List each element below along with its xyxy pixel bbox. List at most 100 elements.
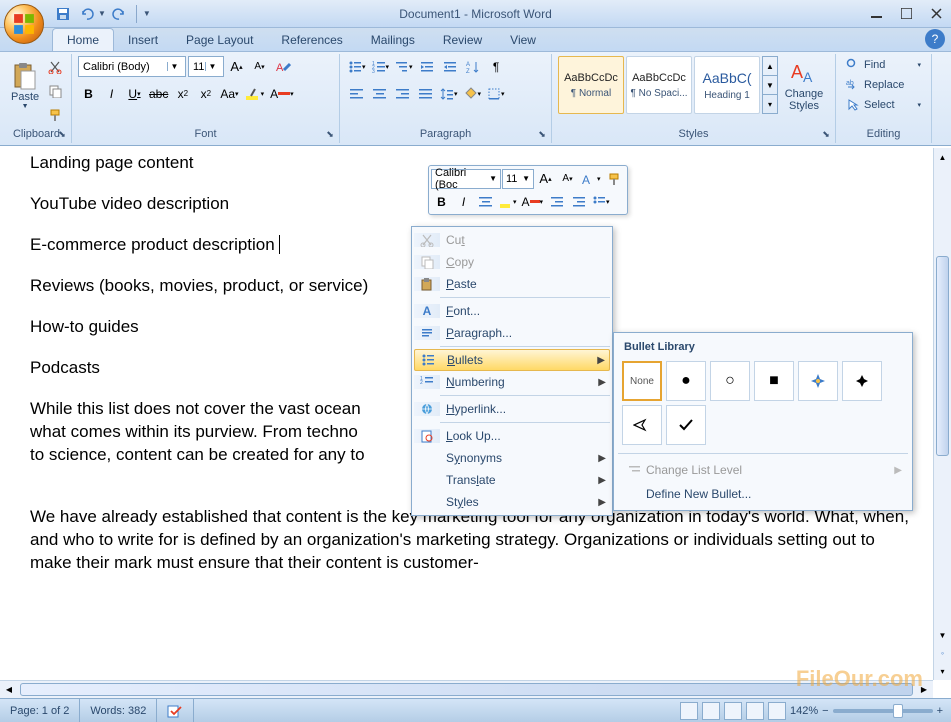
bullet-4diamond[interactable] [798, 361, 838, 401]
mini-shrink-font[interactable]: A▾ [557, 168, 578, 189]
shrink-font-button[interactable]: A▾ [249, 56, 270, 77]
tab-home[interactable]: Home [52, 28, 114, 51]
italic-button[interactable]: I [101, 83, 122, 104]
justify-button[interactable] [415, 83, 436, 104]
help-button[interactable]: ? [925, 29, 945, 49]
mini-size-combo[interactable]: 11▼ [502, 169, 534, 189]
mini-indent[interactable] [568, 191, 589, 212]
mini-italic[interactable]: I [453, 191, 474, 212]
bullet-circle[interactable]: ○ [710, 361, 750, 401]
tab-insert[interactable]: Insert [114, 29, 172, 51]
mini-highlight[interactable]: ▾ [497, 191, 519, 212]
page-indicator[interactable]: Page: 1 of 2 [0, 699, 80, 722]
change-list-level[interactable]: Change List Level▶ [618, 458, 908, 482]
show-marks-button[interactable]: ¶ [486, 56, 507, 77]
view-web-layout[interactable] [724, 702, 742, 720]
style-no-spacing[interactable]: AaBbCcDc¶ No Spaci... [626, 56, 692, 114]
paragraph-dialog-launcher[interactable]: ⬊ [535, 127, 549, 141]
styles-expand[interactable]: ▾ [763, 94, 777, 113]
save-button[interactable] [52, 3, 74, 25]
tab-mailings[interactable]: Mailings [357, 29, 429, 51]
grow-font-button[interactable]: A▴ [226, 56, 247, 77]
zoom-slider[interactable] [833, 709, 933, 713]
mini-font-combo[interactable]: Calibri (Boc▼ [431, 169, 501, 189]
tab-page-layout[interactable]: Page Layout [172, 29, 267, 51]
menu-lookup[interactable]: Look Up... [414, 425, 610, 447]
change-styles-button[interactable]: AA Change Styles [780, 56, 828, 116]
zoom-out-button[interactable]: − [822, 705, 828, 717]
tab-references[interactable]: References [267, 29, 356, 51]
highlight-button[interactable]: ▾ [243, 83, 267, 104]
menu-synonyms[interactable]: Synonyms▶ [414, 447, 610, 469]
zoom-level[interactable]: 142% [790, 705, 818, 717]
numbering-button[interactable]: 123▾ [370, 56, 392, 77]
styles-scroll-up[interactable]: ▲ [763, 57, 777, 75]
subscript-button[interactable]: x2 [172, 83, 193, 104]
word-count[interactable]: Words: 382 [80, 699, 157, 722]
scroll-thumb-h[interactable] [20, 683, 913, 696]
clear-formatting-button[interactable]: A [272, 56, 293, 77]
minimize-button[interactable] [861, 4, 891, 24]
mini-format-painter[interactable] [604, 168, 625, 189]
styles-dialog-launcher[interactable]: ⬊ [819, 127, 833, 141]
maximize-button[interactable] [891, 4, 921, 24]
copy-button[interactable] [44, 80, 66, 102]
shading-button[interactable]: ▾ [462, 83, 484, 104]
sort-button[interactable]: AZ [463, 56, 484, 77]
mini-grow-font[interactable]: A▴ [535, 168, 556, 189]
redo-button[interactable] [108, 3, 130, 25]
borders-button[interactable]: ▾ [485, 83, 507, 104]
bullet-none[interactable]: None [622, 361, 662, 401]
font-dialog-launcher[interactable]: ⬊ [323, 127, 337, 141]
cut-button[interactable] [44, 56, 66, 78]
scroll-left-icon[interactable]: ◀ [0, 681, 18, 698]
bullet-diamond[interactable] [842, 361, 882, 401]
change-case-button[interactable]: Aa▾ [218, 83, 240, 104]
align-right-button[interactable] [392, 83, 413, 104]
multilevel-list-button[interactable]: ▾ [393, 56, 415, 77]
bullet-arrow[interactable] [622, 405, 662, 445]
view-full-screen[interactable] [702, 702, 720, 720]
undo-dropdown-icon[interactable]: ▼ [98, 9, 106, 18]
paste-button[interactable]: Paste ▼ [8, 56, 42, 115]
office-button[interactable] [4, 4, 44, 44]
proofing-button[interactable] [157, 699, 194, 722]
find-button[interactable]: Find▾ [842, 56, 925, 74]
undo-button[interactable] [76, 3, 98, 25]
define-new-bullet[interactable]: Define New Bullet... [618, 482, 908, 506]
font-size-combo[interactable]: 11▼ [188, 56, 224, 77]
menu-bullets[interactable]: Bullets▶ [414, 349, 610, 371]
view-outline[interactable] [746, 702, 764, 720]
zoom-handle[interactable] [893, 704, 903, 718]
bold-button[interactable]: B [78, 83, 99, 104]
mini-bullets[interactable]: ▾ [590, 191, 612, 212]
styles-scroll-down[interactable]: ▼ [763, 75, 777, 94]
menu-hyperlink[interactable]: Hyperlink... [414, 398, 610, 420]
tab-view[interactable]: View [496, 29, 550, 51]
font-name-combo[interactable]: Calibri (Body)▼ [78, 56, 186, 77]
scroll-down-icon[interactable]: ▼ [934, 626, 951, 644]
line-spacing-button[interactable]: ▾ [438, 83, 460, 104]
font-color-button[interactable]: A▾ [268, 83, 296, 104]
qat-customize-icon[interactable]: ▼ [143, 9, 151, 18]
scroll-up-icon[interactable]: ▲ [934, 148, 951, 166]
view-draft[interactable] [768, 702, 786, 720]
tab-review[interactable]: Review [429, 29, 496, 51]
clipboard-dialog-launcher[interactable]: ⬊ [55, 127, 69, 141]
select-button[interactable]: Select▾ [842, 96, 925, 114]
bullet-disc[interactable]: ● [666, 361, 706, 401]
increase-indent-button[interactable] [440, 56, 461, 77]
menu-numbering[interactable]: 12Numbering▶ [414, 371, 610, 393]
mini-styles[interactable]: A▾ [579, 168, 603, 189]
strikethrough-button[interactable]: abc [147, 83, 170, 104]
bullet-check[interactable] [666, 405, 706, 445]
vertical-scrollbar[interactable]: ▲ ▼ ◦ ▾ [933, 148, 951, 680]
view-print-layout[interactable] [680, 702, 698, 720]
decrease-indent-button[interactable] [417, 56, 438, 77]
replace-button[interactable]: abReplace [842, 76, 925, 94]
menu-paragraph[interactable]: Paragraph... [414, 322, 610, 344]
format-painter-button[interactable] [44, 104, 66, 126]
mini-bold[interactable]: B [431, 191, 452, 212]
menu-font[interactable]: AFont... [414, 300, 610, 322]
bullets-button[interactable]: ▾ [346, 56, 368, 77]
